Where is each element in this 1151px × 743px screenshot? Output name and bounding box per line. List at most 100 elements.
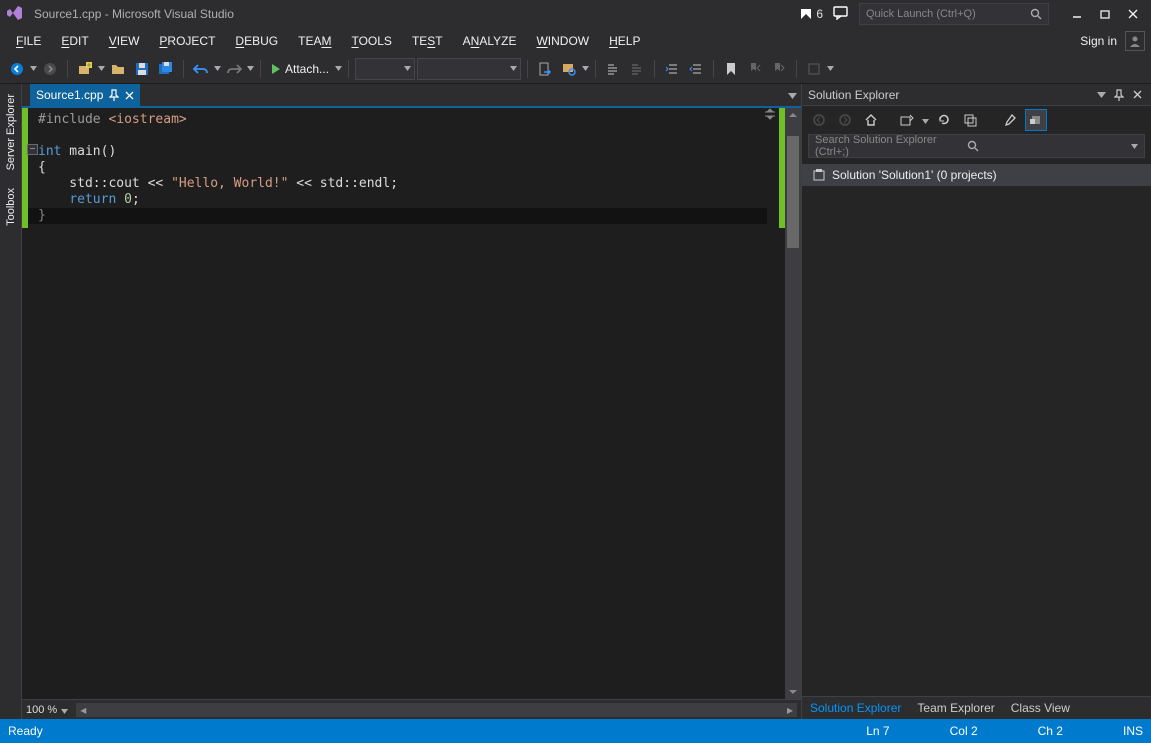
open-file-button[interactable] bbox=[107, 58, 129, 80]
caret-line-highlight bbox=[28, 208, 767, 224]
menu-analyze[interactable]: ANALYZE bbox=[453, 31, 527, 51]
solution-config-combo[interactable] bbox=[355, 58, 415, 80]
menu-project[interactable]: PROJECT bbox=[149, 31, 225, 51]
find-in-files-button[interactable] bbox=[534, 58, 556, 80]
feedback-button[interactable] bbox=[833, 6, 849, 23]
fold-collapse-icon[interactable]: − bbox=[27, 144, 38, 155]
indent-button[interactable] bbox=[661, 58, 683, 80]
quick-launch-input[interactable]: Quick Launch (Ctrl+Q) bbox=[859, 3, 1049, 25]
flag-icon bbox=[800, 8, 812, 20]
se-refresh-button[interactable] bbox=[933, 109, 955, 131]
minimize-button[interactable] bbox=[1063, 4, 1091, 24]
nav-forward-button[interactable] bbox=[39, 58, 61, 80]
panel-close-icon[interactable] bbox=[1129, 87, 1145, 103]
tab-class-view[interactable]: Class View bbox=[1003, 697, 1078, 719]
solution-explorer-search[interactable]: Search Solution Explorer (Ctrl+;) bbox=[808, 134, 1145, 158]
document-tab-active[interactable]: Source1.cpp bbox=[30, 84, 140, 106]
menu-window[interactable]: WINDOW bbox=[526, 31, 599, 51]
tab-solution-explorer[interactable]: Solution Explorer bbox=[802, 697, 909, 719]
extension-button[interactable] bbox=[803, 58, 825, 80]
panel-pin-icon[interactable] bbox=[1111, 87, 1127, 103]
speech-bubble-icon bbox=[833, 6, 849, 20]
nav-back-button[interactable] bbox=[6, 58, 28, 80]
account-avatar-icon[interactable] bbox=[1125, 31, 1145, 51]
outdent-button[interactable] bbox=[685, 58, 707, 80]
menu-test[interactable]: TEST bbox=[402, 31, 453, 51]
panel-window-position-dropdown[interactable] bbox=[1093, 87, 1109, 103]
save-all-button[interactable] bbox=[155, 58, 177, 80]
new-project-button[interactable] bbox=[74, 58, 96, 80]
work-area: Server Explorer Toolbox Source1.cpp − #i… bbox=[0, 84, 1151, 719]
status-col: Col 2 bbox=[950, 724, 978, 738]
close-button[interactable] bbox=[1119, 4, 1147, 24]
document-tab-strip: Source1.cpp bbox=[22, 84, 801, 106]
solution-explorer-title-bar[interactable]: Solution Explorer bbox=[802, 84, 1151, 106]
solution-explorer-panel: Solution Explorer Search Solution Explor… bbox=[801, 84, 1151, 719]
undo-dropdown[interactable] bbox=[214, 66, 221, 71]
sign-in-link[interactable]: Sign in bbox=[1080, 34, 1117, 48]
scroll-right-icon[interactable]: ▸ bbox=[783, 703, 797, 717]
se-scope-button[interactable] bbox=[896, 109, 918, 131]
vscroll-thumb[interactable] bbox=[787, 136, 799, 248]
se-properties-button[interactable] bbox=[999, 109, 1021, 131]
tab-team-explorer[interactable]: Team Explorer bbox=[909, 697, 1002, 719]
menu-view[interactable]: VIEW bbox=[99, 31, 150, 51]
editor-area: Source1.cpp − #include <iostream> int ma… bbox=[22, 84, 801, 719]
close-tab-icon[interactable] bbox=[125, 91, 134, 100]
toolbox-tab[interactable]: Toolbox bbox=[4, 184, 18, 230]
zoom-dropdown[interactable] bbox=[61, 703, 68, 717]
menu-edit[interactable]: EDIT bbox=[51, 31, 98, 51]
maximize-button[interactable] bbox=[1091, 4, 1119, 24]
split-handle-icon[interactable] bbox=[763, 108, 777, 123]
solution-explorer-tree[interactable]: Solution 'Solution1' (0 projects) bbox=[802, 162, 1151, 696]
bookmark-button[interactable] bbox=[720, 58, 742, 80]
prev-bookmark-button[interactable] bbox=[744, 58, 766, 80]
se-show-all-files-button[interactable] bbox=[1025, 109, 1047, 131]
pin-icon[interactable] bbox=[109, 89, 119, 101]
uncomment-button[interactable] bbox=[626, 58, 648, 80]
new-project-dropdown[interactable] bbox=[98, 66, 105, 71]
se-scope-dropdown[interactable] bbox=[922, 113, 929, 127]
menu-team[interactable]: TEAM bbox=[288, 31, 341, 51]
menu-debug[interactable]: DEBUG bbox=[225, 31, 288, 51]
search-icon bbox=[1030, 8, 1042, 20]
find-dropdown[interactable] bbox=[582, 66, 589, 71]
search-icon bbox=[967, 140, 979, 152]
attach-dropdown[interactable] bbox=[335, 66, 342, 71]
scroll-down-icon[interactable] bbox=[785, 685, 801, 699]
title-bar: Source1.cpp - Microsoft Visual Studio 6 … bbox=[0, 0, 1151, 28]
menu-file[interactable]: FILE bbox=[6, 31, 51, 51]
scroll-left-icon[interactable]: ◂ bbox=[76, 703, 90, 717]
main-toolbar: Attach... bbox=[0, 54, 1151, 84]
notifications-button[interactable]: 6 bbox=[800, 7, 823, 21]
se-home-button[interactable] bbox=[860, 109, 882, 131]
comment-button[interactable] bbox=[602, 58, 624, 80]
scroll-up-icon[interactable] bbox=[785, 108, 801, 122]
search-dropdown-icon[interactable] bbox=[1131, 144, 1138, 149]
vs-logo-icon bbox=[6, 5, 24, 23]
horizontal-scrollbar[interactable]: ◂ ▸ bbox=[76, 703, 797, 717]
menu-tools[interactable]: TOOLS bbox=[341, 31, 401, 51]
toolbar-overflow[interactable] bbox=[827, 66, 834, 71]
se-back-button[interactable] bbox=[808, 109, 830, 131]
tab-list-dropdown[interactable] bbox=[788, 88, 797, 102]
solution-explorer-search-placeholder: Search Solution Explorer (Ctrl+;) bbox=[815, 134, 967, 158]
solution-explorer-toolbar bbox=[802, 106, 1151, 134]
solution-platform-combo[interactable] bbox=[417, 58, 521, 80]
zoom-level[interactable]: 100 % bbox=[26, 704, 57, 716]
se-collapse-all-button[interactable] bbox=[959, 109, 981, 131]
server-explorer-tab[interactable]: Server Explorer bbox=[4, 90, 18, 174]
save-button[interactable] bbox=[131, 58, 153, 80]
attach-debugger-button[interactable]: Attach... bbox=[267, 62, 333, 76]
code-editor[interactable]: − #include <iostream> int main() { std::… bbox=[22, 108, 801, 699]
redo-button[interactable] bbox=[223, 58, 245, 80]
menu-help[interactable]: HELP bbox=[599, 31, 650, 51]
undo-button[interactable] bbox=[190, 58, 212, 80]
next-bookmark-button[interactable] bbox=[768, 58, 790, 80]
solution-root-node[interactable]: Solution 'Solution1' (0 projects) bbox=[802, 164, 1151, 186]
nav-back-dropdown[interactable] bbox=[30, 66, 37, 71]
redo-dropdown[interactable] bbox=[247, 66, 254, 71]
find-button[interactable] bbox=[558, 58, 580, 80]
se-forward-button[interactable] bbox=[834, 109, 856, 131]
vertical-scrollbar[interactable] bbox=[785, 108, 801, 699]
